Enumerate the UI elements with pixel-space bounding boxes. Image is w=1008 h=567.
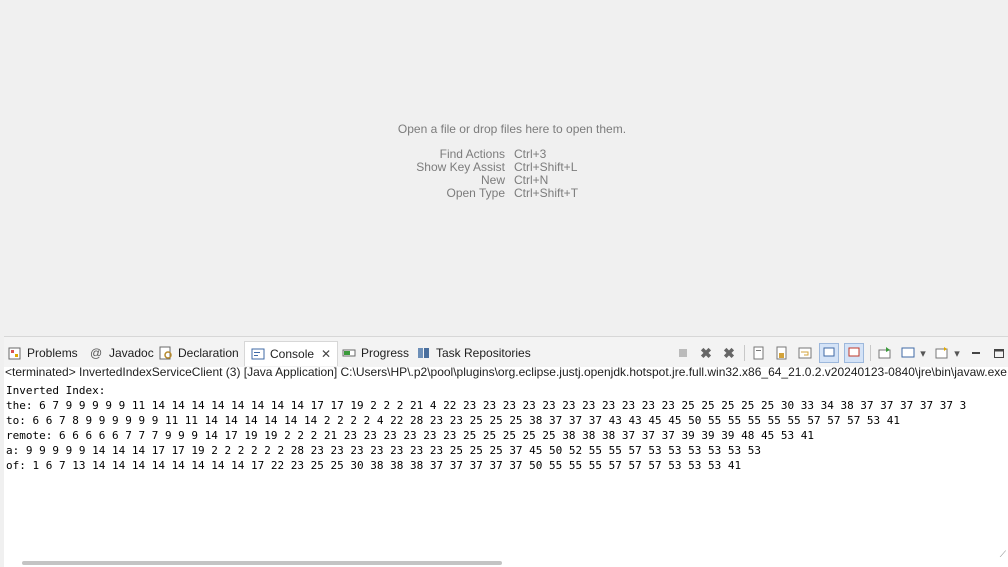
console-line: Inverted Index: bbox=[6, 384, 106, 397]
resize-corner-icon: ⟋ bbox=[999, 549, 1006, 559]
tab-label: Javadoc bbox=[109, 346, 154, 360]
minimize-icon[interactable] bbox=[967, 344, 985, 362]
shortcut-row: Find Actions Ctrl+3 bbox=[4, 147, 1008, 161]
console-icon bbox=[251, 347, 265, 361]
shortcut-row: Show Key Assist Ctrl+Shift+L bbox=[4, 160, 1008, 174]
shortcut-list: Find Actions Ctrl+3 Show Key Assist Ctrl… bbox=[4, 147, 1008, 200]
word-wrap-icon[interactable] bbox=[796, 344, 814, 362]
tab-task-repositories[interactable]: Task Repositories bbox=[417, 343, 531, 363]
tab-problems[interactable]: Problems bbox=[8, 343, 78, 363]
shortcut-row: Open Type Ctrl+Shift+T bbox=[4, 186, 1008, 200]
tab-label: Task Repositories bbox=[436, 346, 531, 360]
editor-area[interactable]: Open a file or drop files here to open t… bbox=[4, 0, 1008, 334]
tab-label: Declaration bbox=[178, 346, 239, 360]
open-console-icon[interactable] bbox=[933, 344, 951, 362]
console-line: of: 1 6 7 13 14 14 14 14 14 14 14 14 17 … bbox=[6, 459, 742, 472]
shortcut-key: Ctrl+N bbox=[514, 173, 549, 187]
tab-console[interactable]: Console ✕ bbox=[244, 341, 339, 366]
shortcut-key: Ctrl+Shift+T bbox=[514, 186, 579, 200]
at-icon: @ bbox=[90, 346, 103, 360]
shortcut-name: Find Actions bbox=[439, 147, 505, 161]
console-view: Problems @ Javadoc Declaration Console ✕… bbox=[4, 336, 1008, 567]
problems-icon bbox=[8, 346, 22, 360]
tab-javadoc[interactable]: @ Javadoc bbox=[90, 343, 154, 363]
shortcut-name: New bbox=[480, 173, 505, 187]
shortcut-name: Show Key Assist bbox=[416, 160, 505, 174]
show-console-on-stderr-icon[interactable] bbox=[844, 343, 864, 363]
declaration-icon bbox=[159, 346, 173, 360]
view-tab-bar: Problems @ Javadoc Declaration Console ✕… bbox=[4, 337, 1008, 367]
tab-progress[interactable]: Progress bbox=[342, 343, 409, 363]
horizontal-scrollbar[interactable] bbox=[22, 561, 502, 565]
shortcut-key: Ctrl+3 bbox=[514, 147, 547, 161]
shortcut-row: New Ctrl+N bbox=[4, 173, 1008, 187]
shortcut-key: Ctrl+Shift+L bbox=[514, 160, 578, 174]
toolbar-separator bbox=[744, 345, 745, 361]
scroll-lock-icon[interactable] bbox=[773, 344, 791, 362]
remove-launch-icon[interactable]: ✖ bbox=[697, 344, 715, 362]
pin-console-icon[interactable] bbox=[876, 344, 894, 362]
show-console-on-stdout-icon[interactable] bbox=[819, 343, 839, 363]
chevron-down-icon[interactable]: ▾ bbox=[918, 344, 928, 362]
close-icon[interactable]: ✕ bbox=[321, 347, 331, 361]
toolbar-separator bbox=[870, 345, 871, 361]
console-line: remote: 6 6 6 6 6 7 7 7 9 9 9 14 17 19 1… bbox=[6, 429, 814, 442]
console-line: the: 6 7 9 9 9 9 9 11 14 14 14 14 14 14 … bbox=[6, 399, 967, 412]
remove-all-terminated-icon[interactable]: ✖ bbox=[720, 344, 738, 362]
launch-description: <terminated> InvertedIndexServiceClient … bbox=[5, 365, 1008, 379]
chevron-down-icon[interactable]: ▾ bbox=[952, 344, 962, 362]
display-selected-console-icon[interactable] bbox=[899, 344, 917, 362]
shortcut-name: Open Type bbox=[446, 186, 506, 200]
maximize-icon[interactable] bbox=[990, 344, 1008, 362]
task-repositories-icon bbox=[417, 346, 431, 360]
progress-icon bbox=[342, 346, 356, 360]
clear-console-icon[interactable] bbox=[750, 344, 768, 362]
console-line: to: 6 6 7 8 9 9 9 9 9 9 11 11 14 14 14 1… bbox=[6, 414, 901, 427]
console-line: a: 9 9 9 9 9 14 14 14 17 17 19 2 2 2 2 2… bbox=[6, 444, 761, 457]
tab-label: Problems bbox=[27, 346, 78, 360]
terminate-icon[interactable] bbox=[674, 344, 692, 362]
console-output[interactable]: Inverted Index: the: 6 7 9 9 9 9 9 11 14 … bbox=[6, 383, 1006, 547]
tab-declaration[interactable]: Declaration bbox=[159, 343, 239, 363]
tab-label: Console bbox=[270, 347, 315, 361]
console-toolbar: ✖ ✖ ▾ ▾ bbox=[669, 343, 1008, 363]
open-file-hint: Open a file or drop files here to open t… bbox=[397, 122, 627, 136]
tab-label: Progress bbox=[361, 346, 410, 360]
